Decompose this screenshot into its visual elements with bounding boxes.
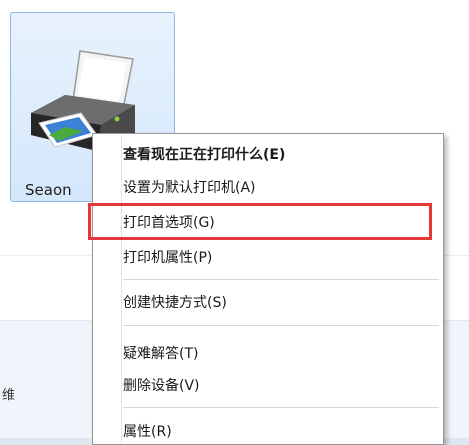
menu-item-troubleshoot[interactable]: 疑难解答(T)	[123, 339, 198, 369]
devices-and-printers-window: 维 Seaon 查看现在正在打印什么(E) 设置为默认打印机(A) 打印首选项(…	[0, 0, 469, 445]
printer-name: Seaon	[25, 181, 72, 199]
menu-gutter	[121, 136, 122, 444]
menu-item-remove-device[interactable]: 删除设备(V)	[123, 371, 200, 401]
menu-separator	[123, 407, 439, 408]
menu-item-properties[interactable]: 属性(R)	[123, 417, 172, 445]
menu-item-printer-properties[interactable]: 打印机属性(P)	[123, 243, 212, 273]
menu-item-printing-preferences[interactable]: 打印首选项(G)	[123, 208, 215, 238]
details-pane-label: 维	[2, 388, 16, 403]
menu-separator	[123, 279, 439, 280]
menu-item-see-whats-printing[interactable]: 查看现在正在打印什么(E)	[123, 140, 285, 170]
context-menu: 查看现在正在打印什么(E) 设置为默认打印机(A) 打印首选项(G) 打印机属性…	[92, 133, 444, 445]
menu-item-create-shortcut[interactable]: 创建快捷方式(S)	[123, 288, 227, 318]
menu-separator	[123, 325, 439, 326]
menu-item-set-default-printer[interactable]: 设置为默认打印机(A)	[123, 173, 256, 203]
